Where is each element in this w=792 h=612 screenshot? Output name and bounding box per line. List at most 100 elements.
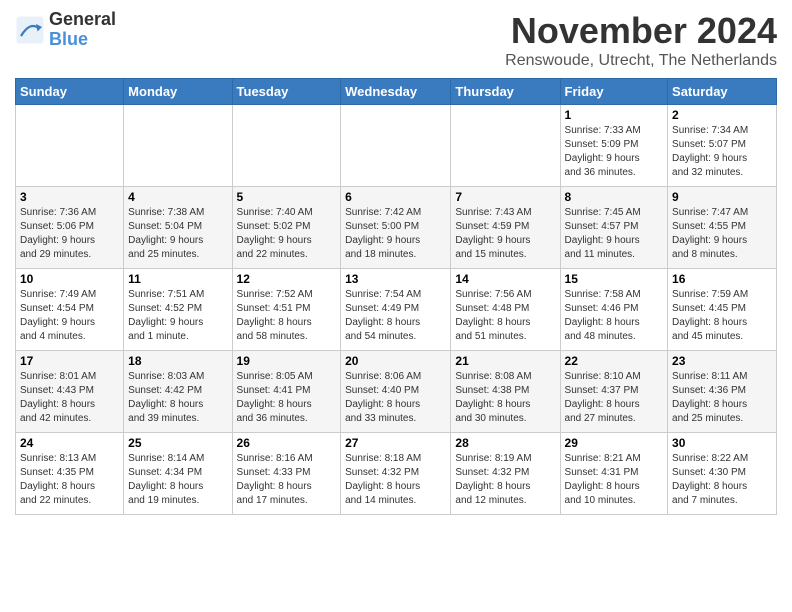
- calendar-cell-w0-d2: [232, 105, 341, 187]
- day-info: Sunrise: 7:52 AM Sunset: 4:51 PM Dayligh…: [237, 288, 337, 344]
- calendar-cell-w4-d1: 25Sunrise: 8:14 AM Sunset: 4:34 PM Dayli…: [124, 433, 232, 515]
- day-number: 26: [237, 436, 337, 450]
- day-info: Sunrise: 8:21 AM Sunset: 4:31 PM Dayligh…: [565, 452, 664, 508]
- day-info: Sunrise: 7:36 AM Sunset: 5:06 PM Dayligh…: [20, 206, 119, 262]
- day-info: Sunrise: 8:06 AM Sunset: 4:40 PM Dayligh…: [345, 370, 446, 426]
- calendar-cell-w3-d3: 20 Sunrise: 8:06 AM Sunset: 4:40 PM Dayli…: [341, 351, 451, 433]
- day-info: Sunrise: 7:34 AM Sunset: 5:07 PM Dayligh…: [672, 124, 772, 180]
- calendar-cell-w0-d4: [451, 105, 560, 187]
- day-info: Sunrise: 8:01 AM Sunset: 4:43 PM Dayligh…: [20, 370, 119, 426]
- day-number: 28: [455, 436, 555, 450]
- calendar-cell-w0-d5: 1Sunrise: 7:33 AM Sunset: 5:09 PM Daylig…: [560, 105, 668, 187]
- day-number: 27: [345, 436, 446, 450]
- day-number: 4: [128, 190, 227, 204]
- title-section: November 2024 Renswoude, Utrecht, The Ne…: [505, 10, 777, 70]
- calendar-cell-w0-d0: [16, 105, 124, 187]
- calendar-cell-w0-d1: [124, 105, 232, 187]
- day-number: 23: [672, 354, 772, 368]
- logo: General Blue: [15, 10, 116, 50]
- day-number: 6: [345, 190, 446, 204]
- day-number: 16: [672, 272, 772, 286]
- calendar-cell-w1-d0: 3 Sunrise: 7:36 AM Sunset: 5:06 PM Daylig…: [16, 187, 124, 269]
- calendar-week-3: 17 Sunrise: 8:01 AM Sunset: 4:43 PM Dayli…: [16, 351, 777, 433]
- day-number: 21: [455, 354, 555, 368]
- day-info: Sunrise: 8:05 AM Sunset: 4:41 PM Dayligh…: [237, 370, 337, 426]
- page-container: General Blue November 2024 Renswoude, Ut…: [0, 0, 792, 525]
- logo-text: General Blue: [49, 10, 116, 50]
- day-info: Sunrise: 7:49 AM Sunset: 4:54 PM Dayligh…: [20, 288, 119, 344]
- day-number: 22: [565, 354, 664, 368]
- calendar-cell-w0-d6: 2Sunrise: 7:34 AM Sunset: 5:07 PM Daylig…: [668, 105, 777, 187]
- calendar-cell-w4-d6: 30Sunrise: 8:22 AM Sunset: 4:30 PM Dayli…: [668, 433, 777, 515]
- page-header: General Blue November 2024 Renswoude, Ut…: [15, 10, 777, 70]
- calendar-week-1: 3 Sunrise: 7:36 AM Sunset: 5:06 PM Daylig…: [16, 187, 777, 269]
- day-info: Sunrise: 7:56 AM Sunset: 4:48 PM Dayligh…: [455, 288, 555, 344]
- day-number: 11: [128, 272, 227, 286]
- calendar-cell-w2-d0: 10 Sunrise: 7:49 AM Sunset: 4:54 PM Dayli…: [16, 269, 124, 351]
- day-number: 24: [20, 436, 119, 450]
- day-number: 25: [128, 436, 227, 450]
- calendar-cell-w4-d0: 24Sunrise: 8:13 AM Sunset: 4:35 PM Dayli…: [16, 433, 124, 515]
- calendar-cell-w1-d5: 8 Sunrise: 7:45 AM Sunset: 4:57 PM Daylig…: [560, 187, 668, 269]
- calendar-cell-w2-d2: 12 Sunrise: 7:52 AM Sunset: 4:51 PM Dayli…: [232, 269, 341, 351]
- weekday-header-row: SundayMondayTuesdayWednesdayThursdayFrid…: [16, 79, 777, 105]
- day-number: 10: [20, 272, 119, 286]
- day-info: Sunrise: 7:43 AM Sunset: 4:59 PM Dayligh…: [455, 206, 555, 262]
- day-number: 7: [455, 190, 555, 204]
- logo-line1: General: [49, 10, 116, 30]
- day-number: 8: [565, 190, 664, 204]
- day-info: Sunrise: 7:54 AM Sunset: 4:49 PM Dayligh…: [345, 288, 446, 344]
- day-number: 19: [237, 354, 337, 368]
- calendar-cell-w0-d3: [341, 105, 451, 187]
- calendar-cell-w4-d2: 26Sunrise: 8:16 AM Sunset: 4:33 PM Dayli…: [232, 433, 341, 515]
- calendar-cell-w4-d5: 29 Sunrise: 8:21 AM Sunset: 4:31 PM Dayli…: [560, 433, 668, 515]
- calendar-cell-w3-d1: 18 Sunrise: 8:03 AM Sunset: 4:42 PM Dayli…: [124, 351, 232, 433]
- day-number: 29: [565, 436, 664, 450]
- day-info: Sunrise: 8:11 AM Sunset: 4:36 PM Dayligh…: [672, 370, 772, 426]
- calendar-cell-w1-d3: 6Sunrise: 7:42 AM Sunset: 5:00 PM Daylig…: [341, 187, 451, 269]
- day-number: 9: [672, 190, 772, 204]
- day-info: Sunrise: 7:45 AM Sunset: 4:57 PM Dayligh…: [565, 206, 664, 262]
- weekday-header-tuesday: Tuesday: [232, 79, 341, 105]
- logo-line2: Blue: [49, 30, 116, 50]
- weekday-header-thursday: Thursday: [451, 79, 560, 105]
- calendar-cell-w2-d3: 13 Sunrise: 7:54 AM Sunset: 4:49 PM Dayli…: [341, 269, 451, 351]
- day-number: 3: [20, 190, 119, 204]
- calendar-cell-w1-d2: 5 Sunrise: 7:40 AM Sunset: 5:02 PM Daylig…: [232, 187, 341, 269]
- calendar-week-0: 1Sunrise: 7:33 AM Sunset: 5:09 PM Daylig…: [16, 105, 777, 187]
- location: Renswoude, Utrecht, The Netherlands: [505, 52, 777, 70]
- day-info: Sunrise: 7:40 AM Sunset: 5:02 PM Dayligh…: [237, 206, 337, 262]
- calendar-week-2: 10 Sunrise: 7:49 AM Sunset: 4:54 PM Dayli…: [16, 269, 777, 351]
- day-number: 5: [237, 190, 337, 204]
- calendar-body: 1Sunrise: 7:33 AM Sunset: 5:09 PM Daylig…: [16, 105, 777, 515]
- day-info: Sunrise: 8:19 AM Sunset: 4:32 PM Dayligh…: [455, 452, 555, 508]
- day-info: Sunrise: 8:22 AM Sunset: 4:30 PM Dayligh…: [672, 452, 772, 508]
- day-number: 14: [455, 272, 555, 286]
- day-info: Sunrise: 7:47 AM Sunset: 4:55 PM Dayligh…: [672, 206, 772, 262]
- day-number: 13: [345, 272, 446, 286]
- weekday-header-monday: Monday: [124, 79, 232, 105]
- weekday-header-saturday: Saturday: [668, 79, 777, 105]
- day-number: 12: [237, 272, 337, 286]
- day-number: 15: [565, 272, 664, 286]
- calendar-cell-w2-d5: 15 Sunrise: 7:58 AM Sunset: 4:46 PM Dayli…: [560, 269, 668, 351]
- calendar-cell-w3-d0: 17 Sunrise: 8:01 AM Sunset: 4:43 PM Dayli…: [16, 351, 124, 433]
- day-number: 17: [20, 354, 119, 368]
- day-info: Sunrise: 8:03 AM Sunset: 4:42 PM Dayligh…: [128, 370, 227, 426]
- calendar-cell-w2-d4: 14 Sunrise: 7:56 AM Sunset: 4:48 PM Dayli…: [451, 269, 560, 351]
- day-info: Sunrise: 7:51 AM Sunset: 4:52 PM Dayligh…: [128, 288, 227, 344]
- calendar-cell-w3-d5: 22 Sunrise: 8:10 AM Sunset: 4:37 PM Dayli…: [560, 351, 668, 433]
- day-info: Sunrise: 8:10 AM Sunset: 4:37 PM Dayligh…: [565, 370, 664, 426]
- weekday-header-friday: Friday: [560, 79, 668, 105]
- weekday-header-sunday: Sunday: [16, 79, 124, 105]
- day-number: 18: [128, 354, 227, 368]
- calendar-cell-w2-d6: 16 Sunrise: 7:59 AM Sunset: 4:45 PM Dayli…: [668, 269, 777, 351]
- day-info: Sunrise: 7:59 AM Sunset: 4:45 PM Dayligh…: [672, 288, 772, 344]
- day-info: Sunrise: 8:18 AM Sunset: 4:32 PM Dayligh…: [345, 452, 446, 508]
- logo-icon: [15, 15, 45, 45]
- calendar-cell-w1-d4: 7 Sunrise: 7:43 AM Sunset: 4:59 PM Daylig…: [451, 187, 560, 269]
- day-info: Sunrise: 7:58 AM Sunset: 4:46 PM Dayligh…: [565, 288, 664, 344]
- calendar-table: SundayMondayTuesdayWednesdayThursdayFrid…: [15, 78, 777, 515]
- day-number: 20: [345, 354, 446, 368]
- day-info: Sunrise: 7:33 AM Sunset: 5:09 PM Dayligh…: [565, 124, 664, 180]
